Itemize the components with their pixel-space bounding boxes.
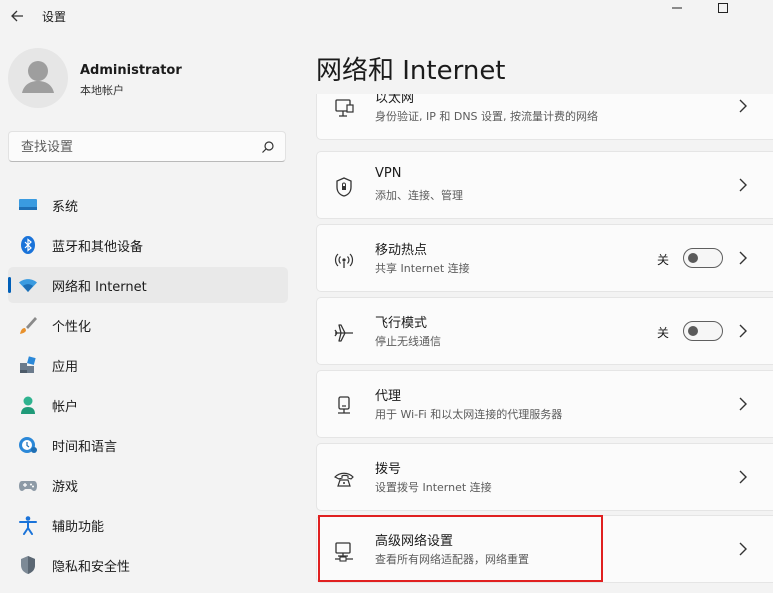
card-description: 添加、连接、管理 [375, 189, 463, 202]
card-description: 共享 Internet 连接 [375, 262, 470, 275]
toggle-state-label: 关 [657, 253, 670, 267]
airplane-icon [334, 324, 353, 342]
gamepad-icon [19, 481, 37, 491]
back-button[interactable] [6, 5, 28, 27]
airplane-mode-toggle[interactable] [683, 321, 723, 341]
globe-clock-icon [19, 437, 37, 453]
sidebar-item-label: 隐私和安全性 [52, 560, 131, 575]
title-bar: 设置 [0, 0, 773, 32]
proxy-icon [338, 396, 350, 414]
user-avatar-icon [22, 61, 54, 93]
active-indicator [8, 277, 11, 293]
monitor-icon [19, 199, 37, 210]
avatar[interactable] [8, 48, 68, 108]
card-advanced-network-settings[interactable]: 高级网络设置 查看所有网络适配器，网络重置 [316, 515, 773, 583]
brush-icon [20, 317, 37, 334]
sidebar-item-label: 游戏 [52, 480, 79, 495]
card-title: 代理 [375, 389, 402, 404]
sidebar-item-label: 个性化 [52, 320, 92, 335]
chevron-right-icon [739, 99, 747, 113]
sidebar-item-label: 帐户 [52, 400, 79, 415]
sidebar-item-label: 系统 [52, 200, 79, 215]
card-title: 移动热点 [375, 243, 428, 258]
sidebar-item-label: 辅助功能 [52, 520, 105, 535]
card-title: 飞行模式 [375, 316, 428, 331]
sidebar-item-accessibility[interactable]: 辅助功能 [8, 507, 288, 543]
maximize-icon [718, 3, 728, 13]
chevron-right-icon [739, 251, 747, 265]
toggle-knob [688, 326, 698, 336]
sidebar-item-accounts[interactable]: 帐户 [8, 387, 288, 423]
ethernet-icon [335, 99, 354, 117]
sidebar-item-gaming[interactable]: 游戏 [8, 467, 288, 503]
chevron-right-icon [739, 542, 747, 556]
shield-icon [21, 556, 35, 574]
card-mobile-hotspot[interactable]: 移动热点 共享 Internet 连接 关 [316, 224, 773, 292]
sidebar-item-bluetooth[interactable]: 蓝牙和其他设备 [8, 227, 288, 263]
chevron-right-icon [739, 470, 747, 484]
sidebar-item-label: 应用 [52, 360, 79, 375]
chevron-right-icon [739, 324, 747, 338]
card-title: VPN [375, 166, 402, 181]
page-title: 网络和 Internet [316, 56, 506, 86]
search-icon[interactable] [261, 140, 275, 154]
app-title: 设置 [42, 10, 67, 24]
dialup-icon [333, 472, 354, 487]
chevron-right-icon [739, 397, 747, 411]
minimize-icon [672, 7, 682, 9]
sidebar-item-label: 蓝牙和其他设备 [52, 240, 144, 255]
wifi-icon [19, 279, 37, 292]
toggle-state-label: 关 [657, 326, 670, 340]
search-box[interactable] [8, 131, 286, 163]
bluetooth-icon [21, 236, 35, 254]
sidebar-item-system[interactable]: 系统 [8, 187, 288, 223]
sidebar-item-label: 网络和 Internet [52, 280, 147, 295]
card-description: 停止无线通信 [375, 335, 441, 348]
sidebar-item-time-language[interactable]: 时间和语言 [8, 427, 288, 463]
minimize-button[interactable] [662, 0, 692, 16]
account-type: 本地帐户 [80, 84, 124, 97]
card-vpn[interactable]: VPN 添加、连接、管理 [316, 151, 773, 219]
sidebar-item-label: 时间和语言 [52, 440, 118, 455]
card-description: 查看所有网络适配器，网络重置 [375, 553, 529, 566]
mobile-hotspot-toggle[interactable] [683, 248, 723, 268]
search-input[interactable] [19, 132, 253, 163]
sidebar-item-personalization[interactable]: 个性化 [8, 307, 288, 343]
card-title: 以太网 [375, 94, 415, 106]
back-arrow-icon [11, 10, 23, 22]
sidebar-item-privacy-security[interactable]: 隐私和安全性 [8, 547, 288, 583]
card-airplane-mode[interactable]: 飞行模式 停止无线通信 关 [316, 297, 773, 365]
person-icon [21, 396, 35, 414]
toggle-knob [688, 253, 698, 263]
hotspot-icon [334, 253, 354, 268]
account-name: Administrator [80, 63, 182, 78]
card-ethernet[interactable]: 以太网 身份验证, IP 和 DNS 设置, 按流量计费的网络 [316, 94, 773, 140]
advanced-network-icon [335, 542, 353, 562]
card-title: 高级网络设置 [375, 534, 454, 549]
card-proxy[interactable]: 代理 用于 Wi-Fi 和以太网连接的代理服务器 [316, 370, 773, 438]
vpn-shield-icon [336, 177, 352, 197]
card-description: 设置拨号 Internet 连接 [375, 481, 492, 494]
card-description: 身份验证, IP 和 DNS 设置, 按流量计费的网络 [375, 110, 599, 123]
maximize-button[interactable] [708, 0, 738, 16]
accessibility-icon [19, 516, 37, 535]
card-dialup[interactable]: 拨号 设置拨号 Internet 连接 [316, 443, 773, 511]
card-description: 用于 Wi-Fi 和以太网连接的代理服务器 [375, 408, 563, 421]
chevron-right-icon [739, 178, 747, 192]
sidebar-item-network[interactable]: 网络和 Internet [8, 267, 288, 303]
apps-icon [20, 356, 36, 373]
sidebar-item-apps[interactable]: 应用 [8, 347, 288, 383]
card-title: 拨号 [375, 462, 402, 477]
settings-list: 以太网 身份验证, IP 和 DNS 设置, 按流量计费的网络 VPN 添加、连… [316, 94, 773, 593]
